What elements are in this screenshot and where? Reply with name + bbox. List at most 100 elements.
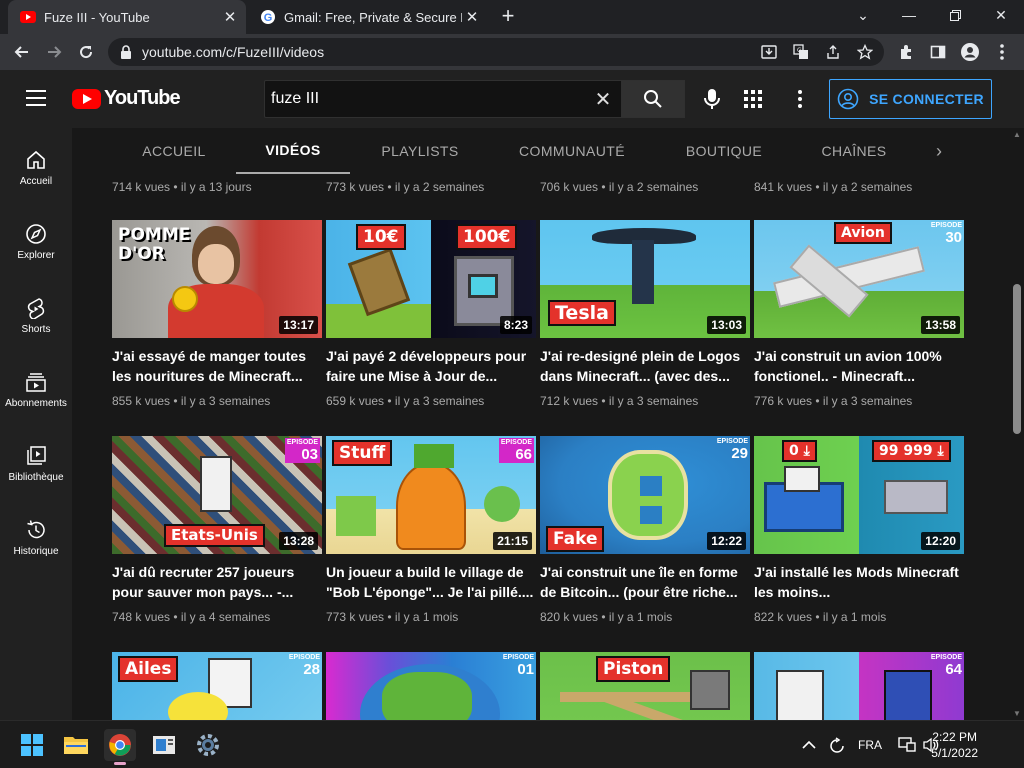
- clock-time: 2:22 PM: [932, 730, 977, 744]
- windows-start-icon[interactable]: [16, 729, 48, 761]
- tab-communaute[interactable]: COMMUNAUTÉ: [506, 128, 638, 174]
- bookmark-star-icon[interactable]: [854, 42, 876, 62]
- episode-badge: EPISODE 28: [288, 654, 320, 678]
- home-icon: [24, 148, 48, 172]
- video-card[interactable]: Piston: [540, 652, 750, 720]
- video-card[interactable]: 0 ⤓ 99 999 ⤓ 12:20 J'ai installé les Mod…: [754, 436, 964, 624]
- video-thumbnail[interactable]: Ailes EPISODE 28: [112, 652, 322, 720]
- page-scrollbar[interactable]: ▲ ▼: [1010, 128, 1024, 720]
- video-duration: 13:28: [279, 532, 318, 550]
- onedrive-sync-icon[interactable]: [828, 721, 846, 768]
- guide-item-history[interactable]: Historique: [0, 498, 72, 572]
- forward-button[interactable]: [40, 38, 68, 66]
- episode-badge: EPISODE 29: [716, 438, 748, 462]
- video-thumbnail[interactable]: EPISODE 64: [754, 652, 964, 720]
- video-thumbnail[interactable]: 0 ⤓ 99 999 ⤓ 12:20: [754, 436, 964, 554]
- guide-item-explore[interactable]: Explorer: [0, 202, 72, 276]
- close-tab-icon[interactable]: ✕: [220, 7, 240, 27]
- restore-icon[interactable]: [932, 0, 978, 30]
- chevron-right-icon[interactable]: ›: [928, 140, 950, 162]
- video-card[interactable]: Stuff EPISODE 66 21:15 Un joueur a build …: [326, 436, 536, 624]
- address-bar[interactable]: youtube.com/c/FuzeIII/videos G: [108, 38, 884, 66]
- browser-tabstrip: Fuze III - YouTube ✕ G Gmail: Free, Priv…: [0, 0, 1024, 34]
- install-icon[interactable]: [758, 42, 780, 62]
- tab-boutique[interactable]: BOUTIQUE: [676, 128, 772, 174]
- back-button[interactable]: [8, 38, 36, 66]
- extensions-icon[interactable]: [892, 38, 920, 66]
- menu-icon[interactable]: [26, 90, 46, 106]
- video-thumbnail[interactable]: Piston: [540, 652, 750, 720]
- browser-tab-youtube[interactable]: Fuze III - YouTube ✕: [8, 0, 246, 34]
- reload-button[interactable]: [72, 38, 100, 66]
- tab-videos[interactable]: VIDÉOS: [236, 128, 350, 174]
- tray-chevron-up-icon[interactable]: [802, 721, 816, 768]
- video-title[interactable]: J'ai re-designé plein de Logos dans Mine…: [540, 346, 750, 386]
- video-thumbnail[interactable]: Tesla 13:03: [540, 220, 750, 338]
- network-icon[interactable]: [898, 721, 916, 768]
- compass-icon: [24, 222, 48, 246]
- video-title[interactable]: J'ai construit une île en forme de Bitco…: [540, 562, 750, 602]
- guide-item-shorts[interactable]: Shorts: [0, 276, 72, 350]
- guide-item-home[interactable]: Accueil: [0, 128, 72, 202]
- side-panel-icon[interactable]: [924, 38, 952, 66]
- new-tab-button[interactable]: +: [496, 5, 520, 29]
- video-meta: 773 k vues • il y a 2 semaines: [326, 180, 485, 194]
- settings-gear-icon[interactable]: [192, 729, 224, 761]
- youtube-logo[interactable]: YouTube: [72, 87, 181, 110]
- close-tab-icon[interactable]: ✕: [462, 7, 482, 27]
- video-title[interactable]: J'ai payé 2 développeurs pour faire une …: [326, 346, 536, 386]
- tab-chaines[interactable]: CHAÎNES: [810, 128, 898, 174]
- taskbar-clock[interactable]: 2:22 PM 5/1/2022: [931, 729, 978, 761]
- search-input[interactable]: fuze III ✕: [264, 80, 622, 118]
- search-button[interactable]: [621, 80, 685, 118]
- video-card[interactable]: Ailes EPISODE 28: [112, 652, 322, 720]
- sign-in-button[interactable]: SE CONNECTER: [829, 79, 992, 119]
- video-title[interactable]: Un joueur a build le village de "Bob L'é…: [326, 562, 536, 602]
- video-thumbnail[interactable]: Avion EPISODE 30 13:58: [754, 220, 964, 338]
- share-icon[interactable]: [822, 42, 844, 62]
- video-card[interactable]: POMME D'OR 13:17 J'ai essayé de manger t…: [112, 220, 322, 408]
- voice-search-icon[interactable]: [700, 87, 724, 111]
- chrome-taskbar-icon[interactable]: [104, 729, 136, 765]
- translate-icon[interactable]: G: [790, 42, 812, 62]
- video-thumbnail[interactable]: EPISODE 01: [326, 652, 536, 720]
- video-card[interactable]: Fake EPISODE 29 12:22 J'ai construit une …: [540, 436, 750, 624]
- video-title[interactable]: J'ai dû recruter 257 joueurs pour sauver…: [112, 562, 322, 602]
- scroll-down-icon[interactable]: ▼: [1013, 709, 1021, 718]
- settings-more-icon[interactable]: [792, 87, 808, 111]
- scroll-up-icon[interactable]: ▲: [1013, 130, 1021, 139]
- lock-icon[interactable]: [120, 45, 132, 59]
- tab-playlists[interactable]: PLAYLISTS: [368, 128, 472, 174]
- video-thumbnail[interactable]: POMME D'OR 13:17: [112, 220, 322, 338]
- video-thumbnail[interactable]: 10€ 100€ 8:23: [326, 220, 536, 338]
- video-title[interactable]: J'ai essayé de manger toutes les nouritu…: [112, 346, 322, 386]
- browser-tab-gmail[interactable]: G Gmail: Free, Private & Secure Em ✕: [248, 0, 488, 34]
- scrollbar-thumb[interactable]: [1013, 284, 1021, 434]
- guide-item-subscriptions[interactable]: Abonnements: [0, 350, 72, 424]
- video-card[interactable]: EPISODE 01: [326, 652, 536, 720]
- video-title[interactable]: J'ai installé les Mods Minecraft les moi…: [754, 562, 964, 602]
- video-card[interactable]: Tesla 13:03 J'ai re-designé plein de Log…: [540, 220, 750, 408]
- input-language[interactable]: FRA: [858, 721, 882, 768]
- video-thumbnail[interactable]: Fake EPISODE 29 12:22: [540, 436, 750, 554]
- video-card[interactable]: EPISODE 64: [754, 652, 964, 720]
- tab-search-icon[interactable]: ⌄: [840, 0, 886, 30]
- news-app-icon[interactable]: [148, 729, 180, 761]
- video-card[interactable]: Etats-Unis EPISODE 03 13:28 J'ai dû recru…: [112, 436, 322, 624]
- apps-grid-icon[interactable]: [742, 88, 764, 110]
- close-window-icon[interactable]: ✕: [978, 0, 1024, 30]
- video-card[interactable]: 10€ 100€ 8:23 J'ai payé 2 développeurs p…: [326, 220, 536, 408]
- video-card[interactable]: Avion EPISODE 30 13:58 J'ai construit un …: [754, 220, 964, 408]
- file-explorer-icon[interactable]: [60, 729, 92, 761]
- profile-avatar-icon[interactable]: [956, 38, 984, 66]
- chrome-menu-icon[interactable]: [988, 38, 1016, 66]
- video-title[interactable]: J'ai construit un avion 100% fonctionel.…: [754, 346, 964, 386]
- video-thumbnail[interactable]: Stuff EPISODE 66 21:15: [326, 436, 536, 554]
- tab-accueil[interactable]: ACCUEIL: [128, 128, 220, 174]
- minimize-icon[interactable]: —: [886, 0, 932, 30]
- clear-search-icon[interactable]: ✕: [585, 87, 621, 112]
- guide-item-library[interactable]: Bibliothèque: [0, 424, 72, 498]
- video-thumbnail[interactable]: Etats-Unis EPISODE 03 13:28: [112, 436, 322, 554]
- subscriptions-icon: [24, 370, 48, 394]
- video-meta: 855 k vues • il y a 3 semaines: [112, 394, 271, 408]
